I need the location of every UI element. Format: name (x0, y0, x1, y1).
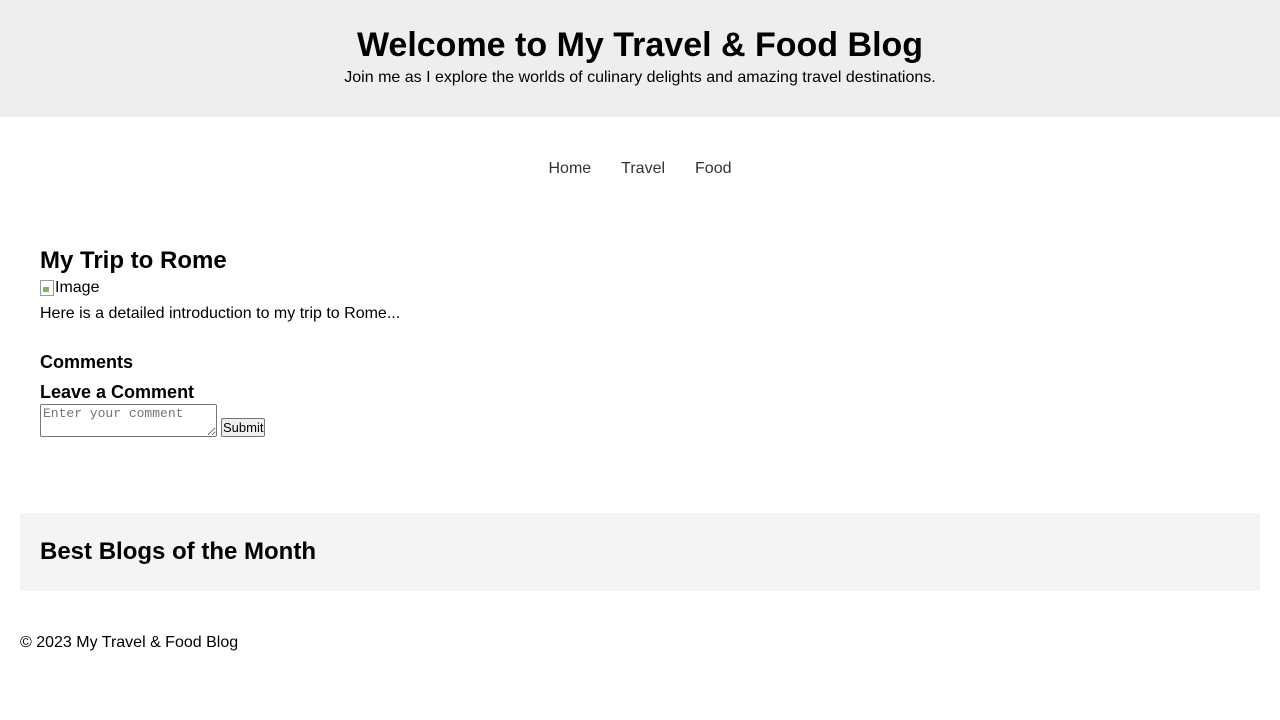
nav-link-home[interactable]: Home (548, 159, 591, 179)
page-subtitle: Join me as I explore the worlds of culin… (344, 69, 936, 86)
submit-button[interactable]: Submit (221, 418, 266, 437)
site-header: Welcome to My Travel & Food Blog Join me… (0, 0, 1280, 117)
nav-link-travel[interactable]: Travel (621, 159, 665, 179)
blog-post: My Trip to Rome Image Here is a detailed… (40, 246, 400, 437)
comments-heading: Comments (40, 352, 134, 372)
comment-form: Submit (40, 404, 400, 437)
post-title: My Trip to Rome (40, 247, 227, 274)
leave-comment-heading: Leave a Comment (40, 382, 195, 402)
best-blogs-section: Best Blogs of the Month (20, 513, 1260, 591)
comment-input[interactable] (40, 404, 217, 437)
comments-section: Comments Leave a Comment Submit (40, 350, 400, 437)
post-image-alt-text: Image (55, 279, 100, 296)
main-nav: Home Travel Food (0, 159, 1280, 179)
nav-link-food[interactable]: Food (695, 159, 731, 179)
footer-copyright: © 2023 My Travel & Food Blog (20, 634, 239, 651)
page-title: Welcome to My Travel & Food Blog (356, 26, 924, 64)
best-blogs-heading: Best Blogs of the Month (40, 538, 316, 565)
site-footer: © 2023 My Travel & Food Blog (20, 633, 238, 653)
post-intro: Here is a detailed introduction to my tr… (40, 305, 401, 322)
post-image: Image (40, 278, 400, 298)
broken-image-icon (40, 280, 54, 296)
